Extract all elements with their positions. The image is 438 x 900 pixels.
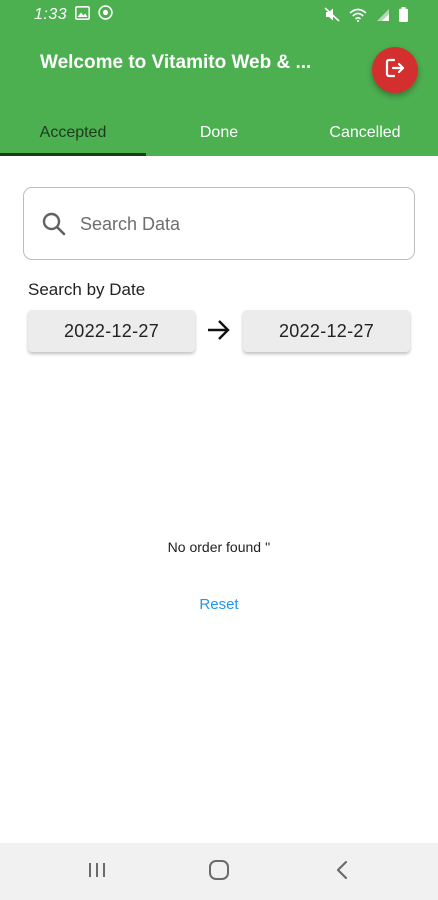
tab-accepted[interactable]: Accepted [0,110,146,156]
status-left: 1:33 [34,5,113,25]
search-box[interactable] [23,187,415,260]
app-title: Welcome to Vitamito Web & ... [40,52,312,73]
recents-icon [87,861,107,884]
tab-cancelled[interactable]: Cancelled [292,110,438,156]
wifi-icon [349,8,367,27]
status-right [324,7,408,27]
signal-icon [376,8,390,27]
reset-link[interactable]: Reset [169,596,269,613]
back-button[interactable] [322,857,362,887]
date-filter-label: Search by Date [28,280,146,299]
back-icon [335,859,349,886]
mute-icon [324,7,340,27]
home-button[interactable] [199,857,239,887]
tab-bar: Accepted Done Cancelled [0,110,438,156]
navigation-bar [0,843,438,900]
arrow-right-icon [206,318,232,342]
tab-done[interactable]: Done [146,110,292,156]
tab-indicator [0,153,146,156]
date-to-button[interactable]: 2022-12-27 [243,310,410,352]
empty-state-message: No order found '' [167,539,271,555]
battery-icon [399,7,408,27]
date-from-button[interactable]: 2022-12-27 [28,310,195,352]
home-icon [208,859,230,886]
logout-button[interactable] [372,47,418,93]
recents-button[interactable] [77,857,117,887]
search-input[interactable] [80,208,400,240]
whatsapp-icon [98,5,113,25]
app-bar: Welcome to Vitamito Web & ... Accepted D… [0,30,438,156]
search-icon [40,210,68,238]
image-icon [75,5,91,25]
status-bar: 1:33 [0,0,438,30]
logout-icon [383,56,407,85]
status-time: 1:33 [34,6,68,23]
